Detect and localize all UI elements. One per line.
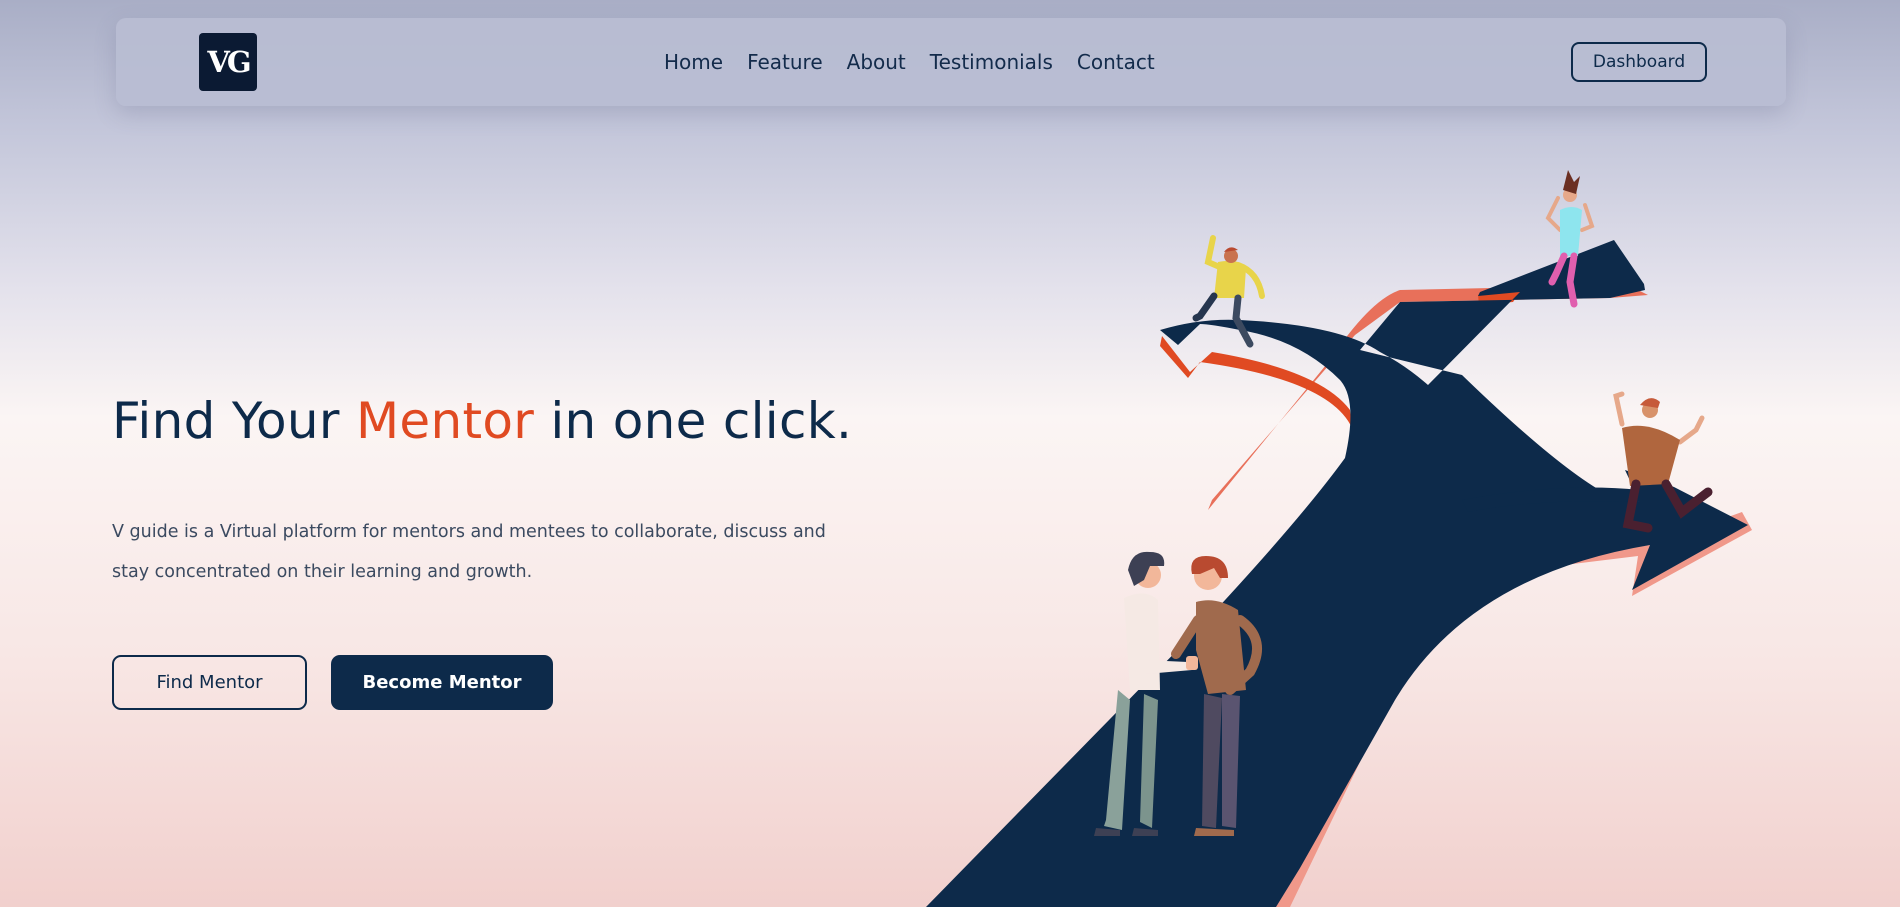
nav-link-about[interactable]: About bbox=[847, 50, 906, 74]
nav-link-home[interactable]: Home bbox=[664, 50, 723, 74]
hero-title-accent: Mentor bbox=[355, 392, 535, 450]
brand-logo[interactable]: VG bbox=[199, 33, 257, 91]
nav-link-testimonials[interactable]: Testimonials bbox=[930, 50, 1053, 74]
hero-title-start: Find Your bbox=[112, 392, 356, 450]
dashboard-button[interactable]: Dashboard bbox=[1571, 42, 1707, 82]
hero-description: V guide is a Virtual platform for mentor… bbox=[112, 522, 826, 582]
nav-item: Home bbox=[664, 50, 723, 74]
nav-item: Testimonials bbox=[930, 50, 1053, 74]
logo-text: VG bbox=[207, 45, 251, 79]
nav-link-contact[interactable]: Contact bbox=[1077, 50, 1155, 74]
hero-title-end: in one click. bbox=[534, 392, 853, 450]
find-mentor-button[interactable]: Find Mentor bbox=[112, 655, 307, 710]
become-mentor-button[interactable]: Become Mentor bbox=[331, 655, 553, 710]
nav-item: Feature bbox=[747, 50, 823, 74]
mentors-crossroads-illustration bbox=[926, 170, 1752, 907]
hero-title: Find Your Mentor in one click. bbox=[112, 392, 852, 450]
nav-item: About bbox=[847, 50, 906, 74]
navbar: VG Home Feature About Testimonials Conta… bbox=[116, 18, 1786, 106]
nav-item: Contact bbox=[1077, 50, 1155, 74]
nav-link-feature[interactable]: Feature bbox=[747, 50, 823, 74]
road-arrow-graphic bbox=[926, 240, 1752, 907]
nav-links: Home Feature About Testimonials Contact bbox=[664, 18, 1155, 106]
